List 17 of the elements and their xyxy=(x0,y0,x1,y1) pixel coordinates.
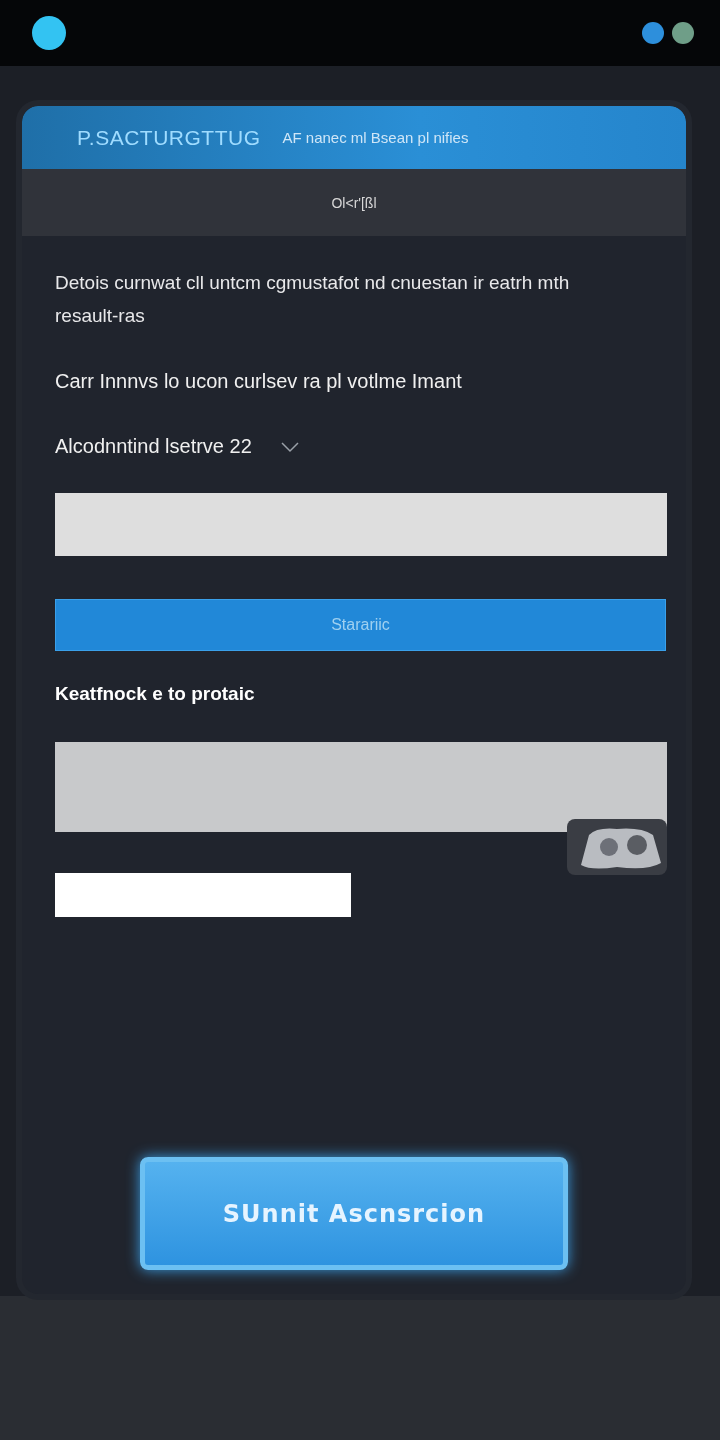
note-text: Carr Innnvs lo ucon curlsev ra pl votlme Imant xyxy=(55,370,463,393)
selector-label: Alcodnntind lsetrve 22 xyxy=(55,435,252,458)
chevron-icon[interactable] xyxy=(279,439,300,454)
status-dot-icon xyxy=(672,22,694,44)
header-subtitle: AF nanec ml Bsean pl nifies xyxy=(282,129,469,146)
status-dot-icon xyxy=(642,22,664,44)
search-button[interactable]: Starariic xyxy=(55,599,666,651)
status-dot-icon xyxy=(32,16,66,50)
gamepad-icon xyxy=(567,819,667,875)
text-field[interactable] xyxy=(55,873,351,917)
search-field[interactable] xyxy=(55,493,667,556)
intro-text: Detois curnwat cll untcm cgmustafot nd cnuestan ir eatrh mth resault-ras xyxy=(55,271,571,328)
submit-button[interactable]: SUnnit Ascnsrcion xyxy=(140,1157,568,1270)
header-title: P.SACTURGTTUG xyxy=(77,125,261,150)
subheader-label: Ol<r'[ßl xyxy=(331,194,377,211)
text-area[interactable] xyxy=(55,742,667,832)
section-label: Keatfnock e to protaic xyxy=(55,683,256,705)
